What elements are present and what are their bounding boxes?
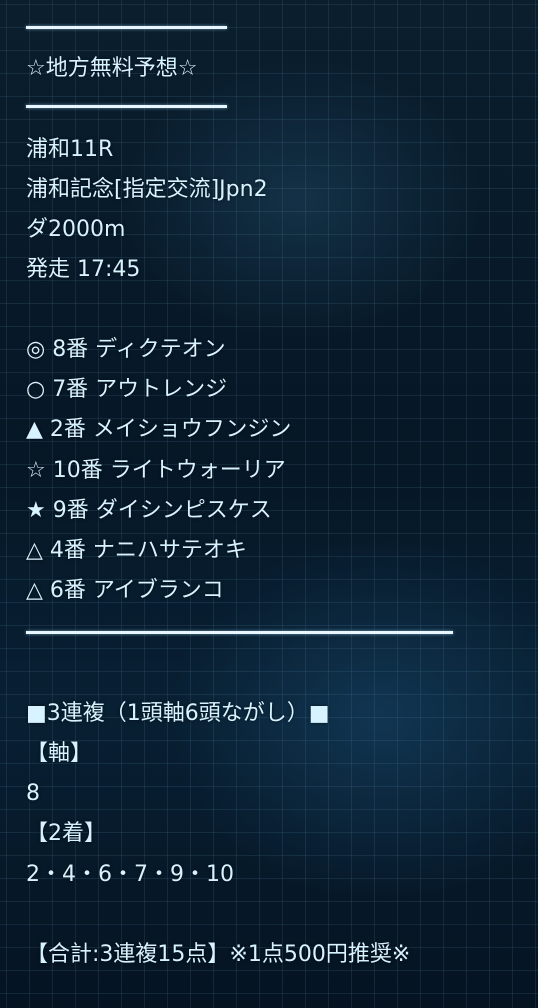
pick-item: ◎ 8番 ディクテオン <box>26 337 226 362</box>
bet-type: ■3連複（1頭軸6頭ながし）■ <box>26 701 330 726</box>
section-divider <box>26 631 453 634</box>
bet-total: 【合計:3連複15点】※1点500円推奨※ <box>26 942 411 967</box>
pick-item: ▲ 2番 メイショウフンジン <box>26 417 292 442</box>
axis-value: 8 <box>26 781 40 806</box>
second-place-value: 2・4・6・7・9・10 <box>26 862 234 887</box>
race-distance: ダ2000m <box>26 217 126 242</box>
race-name: 浦和記念[指定交流]Jpn2 <box>26 177 268 202</box>
second-place-label: 【2着】 <box>26 821 106 846</box>
title-rule-top <box>26 26 227 29</box>
pick-item: ○ 7番 アウトレンジ <box>26 377 228 402</box>
race-venue: 浦和11R <box>26 137 114 162</box>
axis-label: 【軸】 <box>26 741 93 766</box>
pick-item: △ 4番 ナニハサテオキ <box>26 538 247 563</box>
page-title: ☆地方無料予想☆ <box>26 56 198 81</box>
pick-item: ★ 9番 ダイシンピスケス <box>26 498 272 523</box>
pick-item: ☆ 10番 ライトウォーリア <box>26 458 286 483</box>
race-post-time: 発走 17:45 <box>26 257 141 282</box>
pick-item: △ 6番 アイブランコ <box>26 578 224 603</box>
title-rule-bottom <box>26 105 227 108</box>
